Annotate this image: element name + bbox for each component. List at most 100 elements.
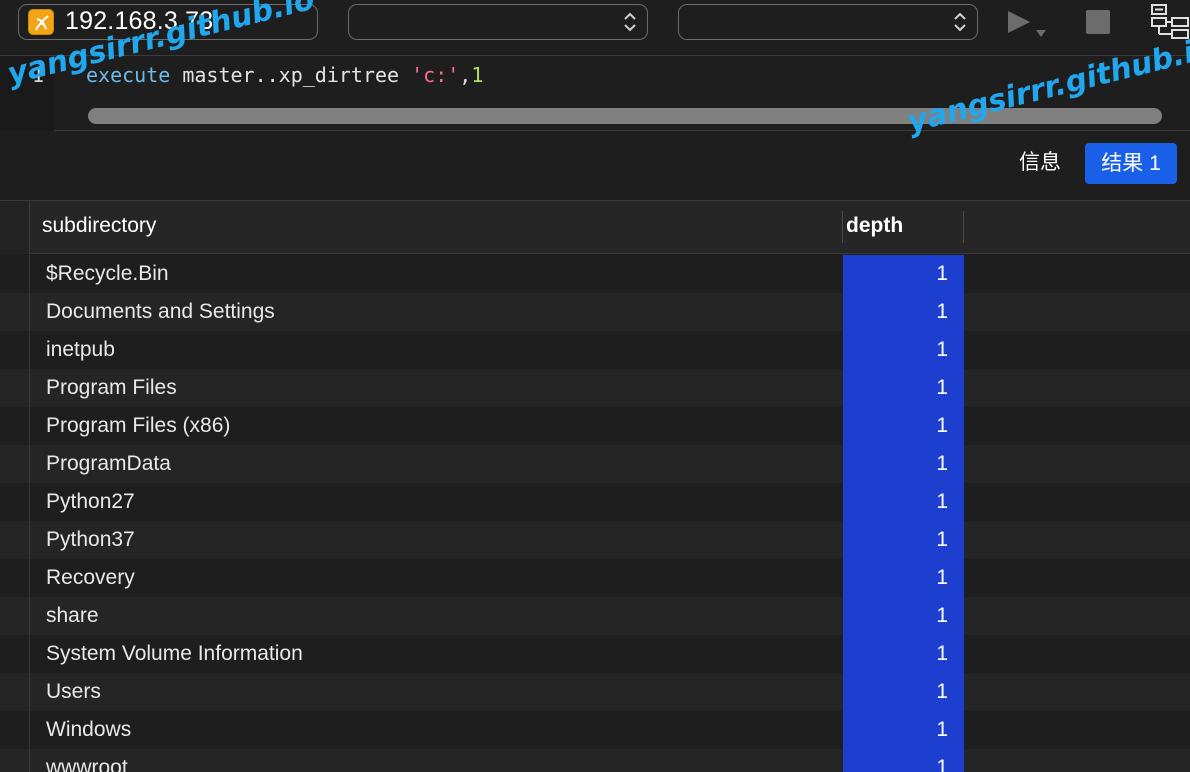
- cell-depth-value: 1: [936, 718, 948, 741]
- cell-subdirectory[interactable]: Users: [46, 680, 101, 704]
- cell-subdirectory[interactable]: share: [46, 604, 99, 628]
- row-number-cell[interactable]: [0, 445, 30, 483]
- cell-depth[interactable]: 1: [843, 445, 964, 483]
- table-row[interactable]: ProgramData 1: [0, 445, 1190, 483]
- row-number-cell[interactable]: [0, 483, 30, 521]
- table-row[interactable]: inetpub 1: [0, 331, 1190, 369]
- row-number-cell[interactable]: [0, 369, 30, 407]
- table-row[interactable]: $Recycle.Bin 1: [0, 255, 1190, 293]
- code-string: 'c:': [411, 63, 460, 87]
- play-icon: [1008, 11, 1046, 37]
- cell-depth-value: 1: [936, 566, 948, 589]
- cell-depth[interactable]: 1: [843, 559, 964, 597]
- row-number-cell[interactable]: [0, 331, 30, 369]
- cell-subdirectory[interactable]: Program Files: [46, 376, 177, 400]
- table-row[interactable]: Program Files (x86) 1: [0, 407, 1190, 445]
- cell-depth-value: 1: [936, 300, 948, 323]
- schema-select[interactable]: [678, 4, 978, 40]
- result-grid: subdirectory depth $Recycle.Bin 1 Document…: [0, 201, 1190, 772]
- cell-subdirectory[interactable]: Program Files (x86): [46, 414, 230, 438]
- cell-depth-value: 1: [936, 414, 948, 437]
- line-number: 1: [32, 63, 45, 87]
- cell-depth[interactable]: 1: [843, 711, 964, 749]
- table-row[interactable]: share 1: [0, 597, 1190, 635]
- cell-depth[interactable]: 1: [843, 597, 964, 635]
- tab-info[interactable]: 信息: [1006, 143, 1074, 183]
- database-select[interactable]: [348, 4, 648, 40]
- code-keyword: execute: [86, 63, 171, 87]
- cell-depth-value: 1: [936, 642, 948, 665]
- horizontal-scrollbar[interactable]: [88, 108, 1162, 124]
- grid-header: subdirectory depth: [0, 201, 1190, 254]
- cell-subdirectory[interactable]: Documents and Settings: [46, 300, 275, 324]
- chevron-updown-icon: [954, 12, 966, 32]
- row-number-cell[interactable]: [0, 407, 30, 445]
- cell-subdirectory[interactable]: wwwroot: [46, 756, 128, 772]
- stop-button[interactable]: [1086, 10, 1110, 34]
- cell-subdirectory[interactable]: ProgramData: [46, 452, 171, 476]
- table-row[interactable]: Users 1: [0, 673, 1190, 711]
- row-number-cell[interactable]: [0, 293, 30, 331]
- row-number-cell[interactable]: [0, 749, 30, 772]
- code-comma: ,: [459, 63, 472, 87]
- cell-depth-value: 1: [936, 452, 948, 475]
- cell-depth[interactable]: 1: [843, 521, 964, 559]
- column-header-depth[interactable]: depth: [846, 214, 903, 238]
- table-row[interactable]: Python37 1: [0, 521, 1190, 559]
- cell-depth[interactable]: 1: [843, 483, 964, 521]
- table-row[interactable]: Documents and Settings 1: [0, 293, 1190, 331]
- table-row[interactable]: Windows 1: [0, 711, 1190, 749]
- cell-depth-value: 1: [936, 680, 948, 703]
- cell-depth-value: 1: [936, 376, 948, 399]
- column-divider[interactable]: [963, 211, 964, 243]
- column-divider[interactable]: [842, 211, 843, 243]
- table-row[interactable]: Program Files 1: [0, 369, 1190, 407]
- grid-rows: $Recycle.Bin 1 Documents and Settings 1 inet…: [0, 255, 1190, 772]
- row-number-cell[interactable]: [0, 673, 30, 711]
- row-number-header: [0, 201, 30, 254]
- table-row[interactable]: Python27 1: [0, 483, 1190, 521]
- cell-depth-value: 1: [936, 338, 948, 361]
- row-number-cell[interactable]: [0, 597, 30, 635]
- code-text: master..xp_dirtree: [170, 63, 412, 87]
- row-number-cell[interactable]: [0, 255, 30, 293]
- cell-subdirectory[interactable]: Windows: [46, 718, 131, 742]
- cell-depth[interactable]: 1: [843, 635, 964, 673]
- cell-subdirectory[interactable]: $Recycle.Bin: [46, 262, 169, 286]
- table-row[interactable]: System Volume Information 1: [0, 635, 1190, 673]
- tree-icon: [1151, 4, 1189, 39]
- row-number-cell[interactable]: [0, 635, 30, 673]
- row-number-cell[interactable]: [0, 711, 30, 749]
- row-number-cell[interactable]: [0, 559, 30, 597]
- cell-depth[interactable]: 1: [843, 331, 964, 369]
- cell-depth[interactable]: 1: [843, 407, 964, 445]
- result-tabs: 信息 结果 1: [0, 131, 1190, 201]
- cell-depth[interactable]: 1: [843, 293, 964, 331]
- explain-tree-button[interactable]: [1148, 2, 1190, 42]
- tab-result-1[interactable]: 结果 1: [1085, 143, 1177, 184]
- column-header-subdirectory[interactable]: subdirectory: [42, 214, 156, 238]
- sqlserver-icon: [28, 9, 54, 35]
- table-row[interactable]: wwwroot 1: [0, 749, 1190, 772]
- cell-depth-value: 1: [936, 528, 948, 551]
- row-number-cell[interactable]: [0, 521, 30, 559]
- sql-editor[interactable]: 1 execute master..xp_dirtree 'c:',1: [0, 56, 1190, 131]
- run-button[interactable]: [1004, 8, 1052, 42]
- cell-subdirectory[interactable]: inetpub: [46, 338, 115, 362]
- cell-depth[interactable]: 1: [843, 255, 964, 293]
- table-row[interactable]: Recovery 1: [0, 559, 1190, 597]
- line-gutter: 1: [0, 56, 54, 131]
- connection-select[interactable]: 192.168.3.73: [18, 4, 318, 40]
- cell-depth-value: 1: [936, 490, 948, 513]
- cell-subdirectory[interactable]: System Volume Information: [46, 642, 303, 666]
- chevron-updown-icon: [624, 12, 636, 32]
- sql-code-line[interactable]: execute master..xp_dirtree 'c:',1: [86, 63, 483, 87]
- cell-depth[interactable]: 1: [843, 749, 964, 772]
- cell-depth-value: 1: [936, 756, 948, 772]
- cell-subdirectory[interactable]: Python27: [46, 490, 135, 514]
- cell-subdirectory[interactable]: Python37: [46, 528, 135, 552]
- cell-subdirectory[interactable]: Recovery: [46, 566, 135, 590]
- cell-depth[interactable]: 1: [843, 673, 964, 711]
- cell-depth[interactable]: 1: [843, 369, 964, 407]
- connection-label: 192.168.3.73: [65, 7, 214, 35]
